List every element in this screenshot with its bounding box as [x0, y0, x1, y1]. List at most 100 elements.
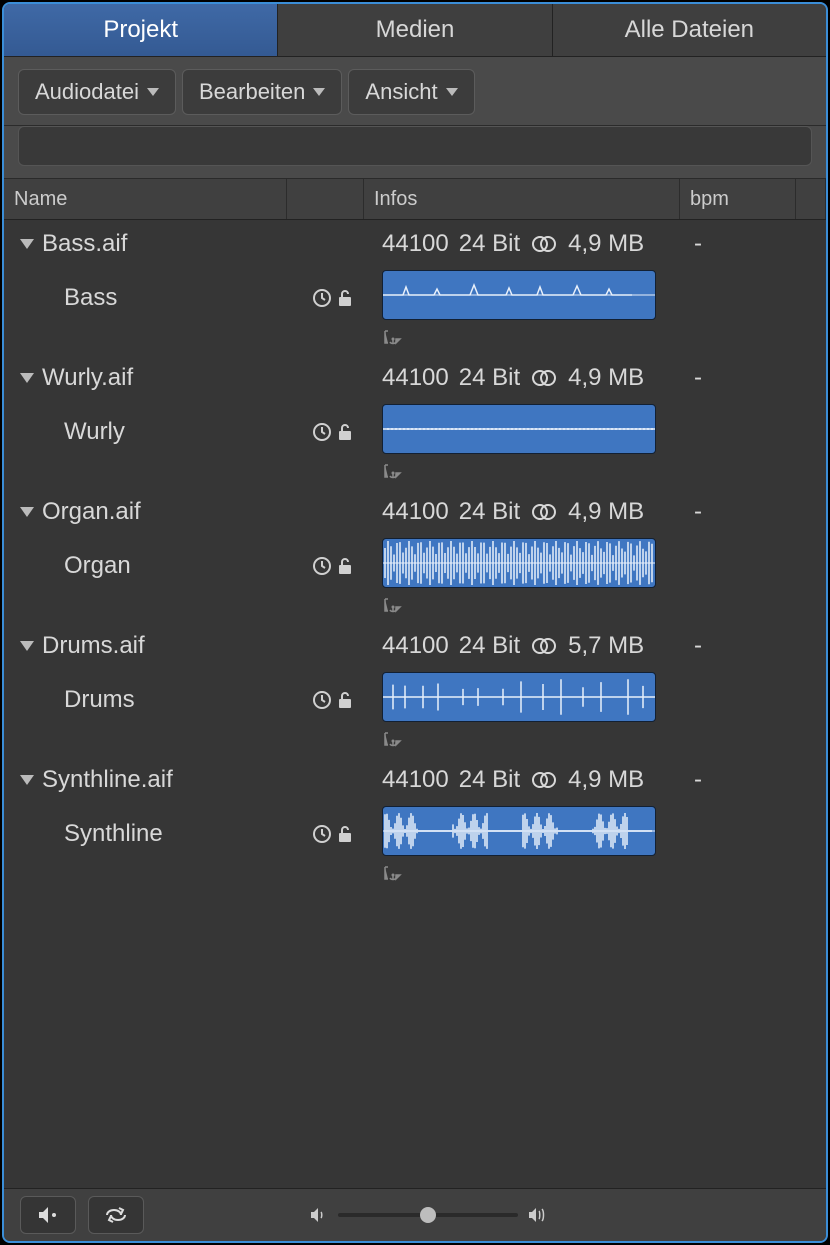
tab-alle-dateien[interactable]: Alle Dateien: [553, 4, 826, 56]
bit-depth: 24 Bit: [459, 498, 520, 526]
file-name: Organ.aif: [42, 498, 141, 526]
file-block: Organ.aif 44100 24 Bit 4,9 MB - Organ: [4, 488, 826, 622]
volume-slider[interactable]: [338, 1213, 518, 1217]
file-name: Wurly.aif: [42, 364, 133, 392]
stereo-icon: [530, 770, 558, 790]
region-name: Synthline: [64, 820, 163, 848]
header-bpm[interactable]: bpm: [680, 179, 796, 219]
bit-depth: 24 Bit: [459, 766, 520, 794]
slider-thumb[interactable]: [420, 1207, 436, 1223]
header-extra[interactable]: [796, 179, 826, 219]
file-block: Bass.aif 44100 24 Bit 4,9 MB - Bass: [4, 220, 826, 354]
ansicht-label: Ansicht: [365, 79, 437, 105]
lock-open-icon: [336, 690, 354, 710]
file-name: Bass.aif: [42, 230, 127, 258]
disclosure-triangle-icon[interactable]: [20, 641, 34, 651]
sample-rate: 44100: [382, 498, 449, 526]
sample-rate: 44100: [382, 632, 449, 660]
sample-rate: 44100: [382, 766, 449, 794]
toolbar-area: Audiodatei Bearbeiten Ansicht: [4, 57, 826, 178]
sample-rate: 44100: [382, 230, 449, 258]
lock-open-icon: [336, 556, 354, 576]
file-block: Wurly.aif 44100 24 Bit 4,9 MB - Wurly: [4, 354, 826, 488]
preview-play-button[interactable]: [20, 1196, 76, 1234]
loop-icon: [103, 1205, 129, 1225]
column-header: Name Infos bpm: [4, 178, 826, 220]
region-name: Wurly: [64, 418, 125, 446]
lock-open-icon: [336, 288, 354, 308]
bpm-value: -: [694, 364, 702, 392]
bit-depth: 24 Bit: [459, 230, 520, 258]
stereo-icon: [530, 368, 558, 388]
tab-medien[interactable]: Medien: [278, 4, 552, 56]
anchor-icon: [382, 458, 402, 474]
stereo-icon: [530, 636, 558, 656]
file-row[interactable]: Organ.aif 44100 24 Bit 4,9 MB -: [4, 488, 826, 536]
clock-icon: [312, 824, 332, 844]
bit-depth: 24 Bit: [459, 632, 520, 660]
bearbeiten-menu[interactable]: Bearbeiten: [182, 69, 342, 115]
disclosure-triangle-icon[interactable]: [20, 507, 34, 517]
lock-open-icon: [336, 824, 354, 844]
loop-button[interactable]: [88, 1196, 144, 1234]
file-block: Synthline.aif 44100 24 Bit 4,9 MB - Synt…: [4, 756, 826, 890]
disclosure-triangle-icon[interactable]: [20, 239, 34, 249]
waveform[interactable]: [382, 538, 656, 588]
bpm-value: -: [694, 230, 702, 258]
region-row[interactable]: Organ: [4, 536, 826, 622]
file-row[interactable]: Drums.aif 44100 24 Bit 5,7 MB -: [4, 622, 826, 670]
region-row[interactable]: Synthline: [4, 804, 826, 890]
file-row[interactable]: Wurly.aif 44100 24 Bit 4,9 MB -: [4, 354, 826, 402]
file-name: Drums.aif: [42, 632, 145, 660]
chevron-down-icon: [313, 88, 325, 96]
chevron-down-icon: [446, 88, 458, 96]
file-row[interactable]: Bass.aif 44100 24 Bit 4,9 MB -: [4, 220, 826, 268]
bit-depth: 24 Bit: [459, 364, 520, 392]
speaker-icon: [37, 1205, 59, 1225]
search-input[interactable]: [18, 126, 812, 166]
main-tabs: Projekt Medien Alle Dateien: [4, 4, 826, 57]
file-list[interactable]: Bass.aif 44100 24 Bit 4,9 MB - Bass: [4, 220, 826, 1188]
tab-projekt[interactable]: Projekt: [4, 4, 278, 56]
volume-low-icon: [310, 1207, 328, 1223]
volume-control: [310, 1206, 550, 1224]
header-icons[interactable]: [287, 179, 364, 219]
anchor-icon: [382, 592, 402, 608]
toolbar: Audiodatei Bearbeiten Ansicht: [4, 57, 826, 126]
anchor-icon: [382, 726, 402, 742]
region-row[interactable]: Bass: [4, 268, 826, 354]
clock-icon: [312, 288, 332, 308]
file-size: 5,7 MB: [568, 632, 644, 660]
clock-icon: [312, 422, 332, 442]
waveform[interactable]: [382, 806, 656, 856]
region-name: Drums: [64, 686, 135, 714]
region-row[interactable]: Drums: [4, 670, 826, 756]
bearbeiten-label: Bearbeiten: [199, 79, 305, 105]
region-row[interactable]: Wurly: [4, 402, 826, 488]
bpm-value: -: [694, 498, 702, 526]
volume-high-icon: [528, 1206, 550, 1224]
waveform[interactable]: [382, 672, 656, 722]
header-infos[interactable]: Infos: [364, 179, 680, 219]
header-name[interactable]: Name: [4, 179, 287, 219]
lock-open-icon: [336, 422, 354, 442]
ansicht-menu[interactable]: Ansicht: [348, 69, 474, 115]
anchor-icon: [382, 860, 402, 876]
disclosure-triangle-icon[interactable]: [20, 373, 34, 383]
file-row[interactable]: Synthline.aif 44100 24 Bit 4,9 MB -: [4, 756, 826, 804]
disclosure-triangle-icon[interactable]: [20, 775, 34, 785]
file-block: Drums.aif 44100 24 Bit 5,7 MB - Drums: [4, 622, 826, 756]
sample-rate: 44100: [382, 364, 449, 392]
region-name: Bass: [64, 284, 117, 312]
project-audio-browser: Projekt Medien Alle Dateien Audiodatei B…: [2, 2, 828, 1243]
audiodatei-menu[interactable]: Audiodatei: [18, 69, 176, 115]
clock-icon: [312, 690, 332, 710]
bpm-value: -: [694, 766, 702, 794]
stereo-icon: [530, 234, 558, 254]
stereo-icon: [530, 502, 558, 522]
footer: [4, 1188, 826, 1241]
waveform[interactable]: [382, 404, 656, 454]
file-size: 4,9 MB: [568, 364, 644, 392]
audiodatei-label: Audiodatei: [35, 79, 139, 105]
waveform[interactable]: [382, 270, 656, 320]
